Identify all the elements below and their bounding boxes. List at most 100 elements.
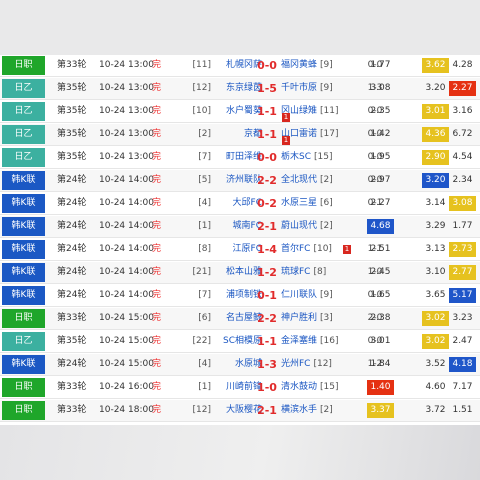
league-badge[interactable]: 日职: [2, 309, 45, 328]
odds-home[interactable]: 1.77: [367, 58, 394, 73]
full-time-score[interactable]: 2-1: [256, 400, 278, 421]
full-time-score[interactable]: 1-3: [256, 354, 278, 375]
away-team-link[interactable]: 首尔FC [10]: [281, 239, 332, 260]
odds-away[interactable]: 2.73: [449, 242, 476, 257]
odds-away[interactable]: 5.17: [449, 288, 476, 303]
league-badge[interactable]: 日职: [2, 378, 45, 397]
odds-away[interactable]: 4.54: [449, 150, 476, 165]
match-row[interactable]: 韩K联 第24轮 10-24 14:00 完 [21] 松本山雅 1-2 琉球FC [8] 1-0…: [0, 262, 480, 284]
odds-home[interactable]: 2.27: [367, 196, 394, 211]
away-team-name[interactable]: 神户胜利: [281, 313, 317, 323]
match-row[interactable]: 韩K联 第24轮 10-24 14:00 完 [8] 江原FC 1-4 首尔FC [10] 1 1-…: [0, 239, 480, 261]
odds-away[interactable]: 1.51: [449, 403, 476, 418]
home-team-link[interactable]: 町田泽维: [214, 147, 262, 168]
away-team-name[interactable]: 千叶市原: [281, 83, 317, 93]
match-row[interactable]: 韩K联 第24轮 10-24 14:00 完 [4] 大邱FC 0-2 水原三星 [6] 0-1 2…: [0, 193, 480, 215]
full-time-score[interactable]: 0-0: [256, 55, 278, 76]
full-time-score[interactable]: 0-1: [256, 285, 278, 306]
odds-away[interactable]: 1.77: [449, 219, 476, 234]
full-time-score[interactable]: 2-1: [256, 216, 278, 237]
league-badge[interactable]: 韩K联: [2, 286, 45, 305]
full-time-score[interactable]: 1-4: [256, 239, 278, 260]
full-time-score[interactable]: 0-2: [256, 193, 278, 214]
match-row[interactable]: 韩K联 第24轮 10-24 14:00 完 [7] 浦项制铁 0-1 仁川联队 [9] 0-0 1…: [0, 285, 480, 307]
home-team-link[interactable]: 浦项制铁: [214, 285, 262, 306]
odds-draw[interactable]: 3.14: [422, 196, 449, 211]
away-team-name[interactable]: 蔚山现代: [281, 221, 317, 231]
match-row[interactable]: 韩K联第24轮10-24 14:00完[1]城南FC2-1蔚山现代[2]1-04…: [0, 216, 480, 238]
away-team-link[interactable]: 光州FC [12]: [281, 354, 332, 375]
away-team-name[interactable]: 光州FC: [281, 359, 310, 369]
odds-away[interactable]: 3.23: [449, 311, 476, 326]
odds-home[interactable]: 1.42: [367, 127, 394, 142]
odds-home[interactable]: 2.97: [367, 173, 394, 188]
home-team-link[interactable]: 大邱FC: [214, 193, 262, 214]
match-row[interactable]: 日乙 第35轮 10-24 13:00 完 [7] 町田泽维 0-0 栃木SC [15] 0-0 1…: [0, 147, 480, 169]
odds-home[interactable]: 3.01: [367, 334, 394, 349]
home-team-link[interactable]: 水原城: [214, 354, 262, 375]
away-team-name[interactable]: 栃木SC: [281, 152, 311, 162]
odds-home[interactable]: 2.38: [367, 311, 394, 326]
away-team-link[interactable]: 栃木SC [15]: [281, 147, 332, 168]
odds-away[interactable]: 3.16: [449, 104, 476, 119]
away-team-link[interactable]: 全北现代 [2]: [281, 170, 333, 191]
odds-draw[interactable]: 2.90: [422, 150, 449, 165]
home-team-link[interactable]: 名古屋鲸: [214, 308, 262, 329]
away-team-name[interactable]: 首尔FC: [281, 244, 310, 254]
away-team-link[interactable]: 福冈黄蜂 [9]: [281, 55, 333, 76]
odds-draw[interactable]: 3.62: [422, 58, 449, 73]
odds-draw[interactable]: 3.02: [422, 334, 449, 349]
match-row[interactable]: 日职第33轮10-24 18:00完[12]大阪樱花2-1横滨水手[2]2-13…: [0, 400, 480, 422]
odds-away[interactable]: 2.27: [449, 81, 476, 96]
odds-draw[interactable]: 3.10: [422, 265, 449, 280]
odds-home[interactable]: 1.84: [367, 357, 394, 372]
match-row[interactable]: 日乙 第35轮 10-24 13:00 完 [10] 水户蜀葵 1-1 冈山绿雉 [11] 1 0-…: [0, 101, 480, 123]
home-team-link[interactable]: 济州联队: [214, 170, 262, 191]
home-team-link[interactable]: 大阪樱花: [214, 400, 262, 421]
odds-away[interactable]: 4.28: [449, 58, 476, 73]
odds-home[interactable]: 3.08: [367, 81, 394, 96]
odds-away[interactable]: 4.18: [449, 357, 476, 372]
full-time-score[interactable]: 1-1: [256, 101, 278, 122]
away-team-link[interactable]: 金泽塞维 [16]: [281, 331, 339, 352]
odds-draw[interactable]: 3.13: [422, 242, 449, 257]
away-team-name[interactable]: 横滨水手: [281, 405, 317, 415]
home-team-link[interactable]: 水户蜀葵: [214, 101, 262, 122]
league-badge[interactable]: 韩K联: [2, 194, 45, 213]
odds-draw[interactable]: 4.60: [422, 380, 449, 395]
odds-draw[interactable]: 3.29: [422, 219, 449, 234]
match-row[interactable]: 韩K联 第24轮 10-24 15:00 完 [4] 水原城 1-3 光州FC [12] 1-2 1…: [0, 354, 480, 376]
away-team-link[interactable]: 琉球FC [8]: [281, 262, 326, 283]
odds-home[interactable]: 3.37: [367, 403, 394, 418]
league-badge[interactable]: 日乙: [2, 125, 45, 144]
full-time-score[interactable]: 2-2: [256, 170, 278, 191]
full-time-score[interactable]: 0-0: [256, 147, 278, 168]
odds-home[interactable]: 4.68: [367, 219, 394, 234]
match-row[interactable]: 日职 第33轮 10-24 13:00 完 [11] 札幌冈萨 0-0 福冈黄蜂 [9] 0-0 1…: [0, 55, 480, 77]
league-badge[interactable]: 韩K联: [2, 240, 45, 259]
away-team-link[interactable]: 千叶市原 [9]: [281, 78, 333, 99]
away-team-name[interactable]: 清水鼓动: [281, 382, 317, 392]
full-time-score[interactable]: 1-5: [256, 78, 278, 99]
away-team-name[interactable]: 仁川联队: [281, 290, 317, 300]
home-team-link[interactable]: SC相模原: [214, 331, 262, 352]
league-badge[interactable]: 日乙: [2, 102, 45, 121]
match-row[interactable]: 韩K联 第24轮 10-24 14:00 完 [5] 济州联队 2-2 全北现代 [2] 0-0 2…: [0, 170, 480, 192]
match-row[interactable]: 日乙 第35轮 10-24 13:00 完 [2] 京都 1-1 山口雷诺 [17] 1 0-0 1.…: [0, 124, 480, 146]
league-badge[interactable]: 韩K联: [2, 217, 45, 236]
home-team-link[interactable]: 札幌冈萨: [214, 55, 262, 76]
league-badge[interactable]: 日职: [2, 56, 45, 75]
full-time-score[interactable]: 1-2: [256, 262, 278, 283]
odds-draw[interactable]: 3.65: [422, 288, 449, 303]
odds-away[interactable]: 7.17: [449, 380, 476, 395]
odds-draw[interactable]: 4.36: [422, 127, 449, 142]
full-time-score[interactable]: 1-0: [256, 377, 278, 398]
away-team-link[interactable]: 水原三星 [6]: [281, 193, 333, 214]
league-badge[interactable]: 日职: [2, 401, 45, 420]
away-team-link[interactable]: 蔚山现代 [2]: [281, 216, 333, 237]
odds-away[interactable]: 3.08: [449, 196, 476, 211]
full-time-score[interactable]: 2-2: [256, 308, 278, 329]
odds-home[interactable]: 2.45: [367, 265, 394, 280]
away-team-link[interactable]: 仁川联队 [9]: [281, 285, 333, 306]
odds-draw[interactable]: 3.72: [422, 403, 449, 418]
